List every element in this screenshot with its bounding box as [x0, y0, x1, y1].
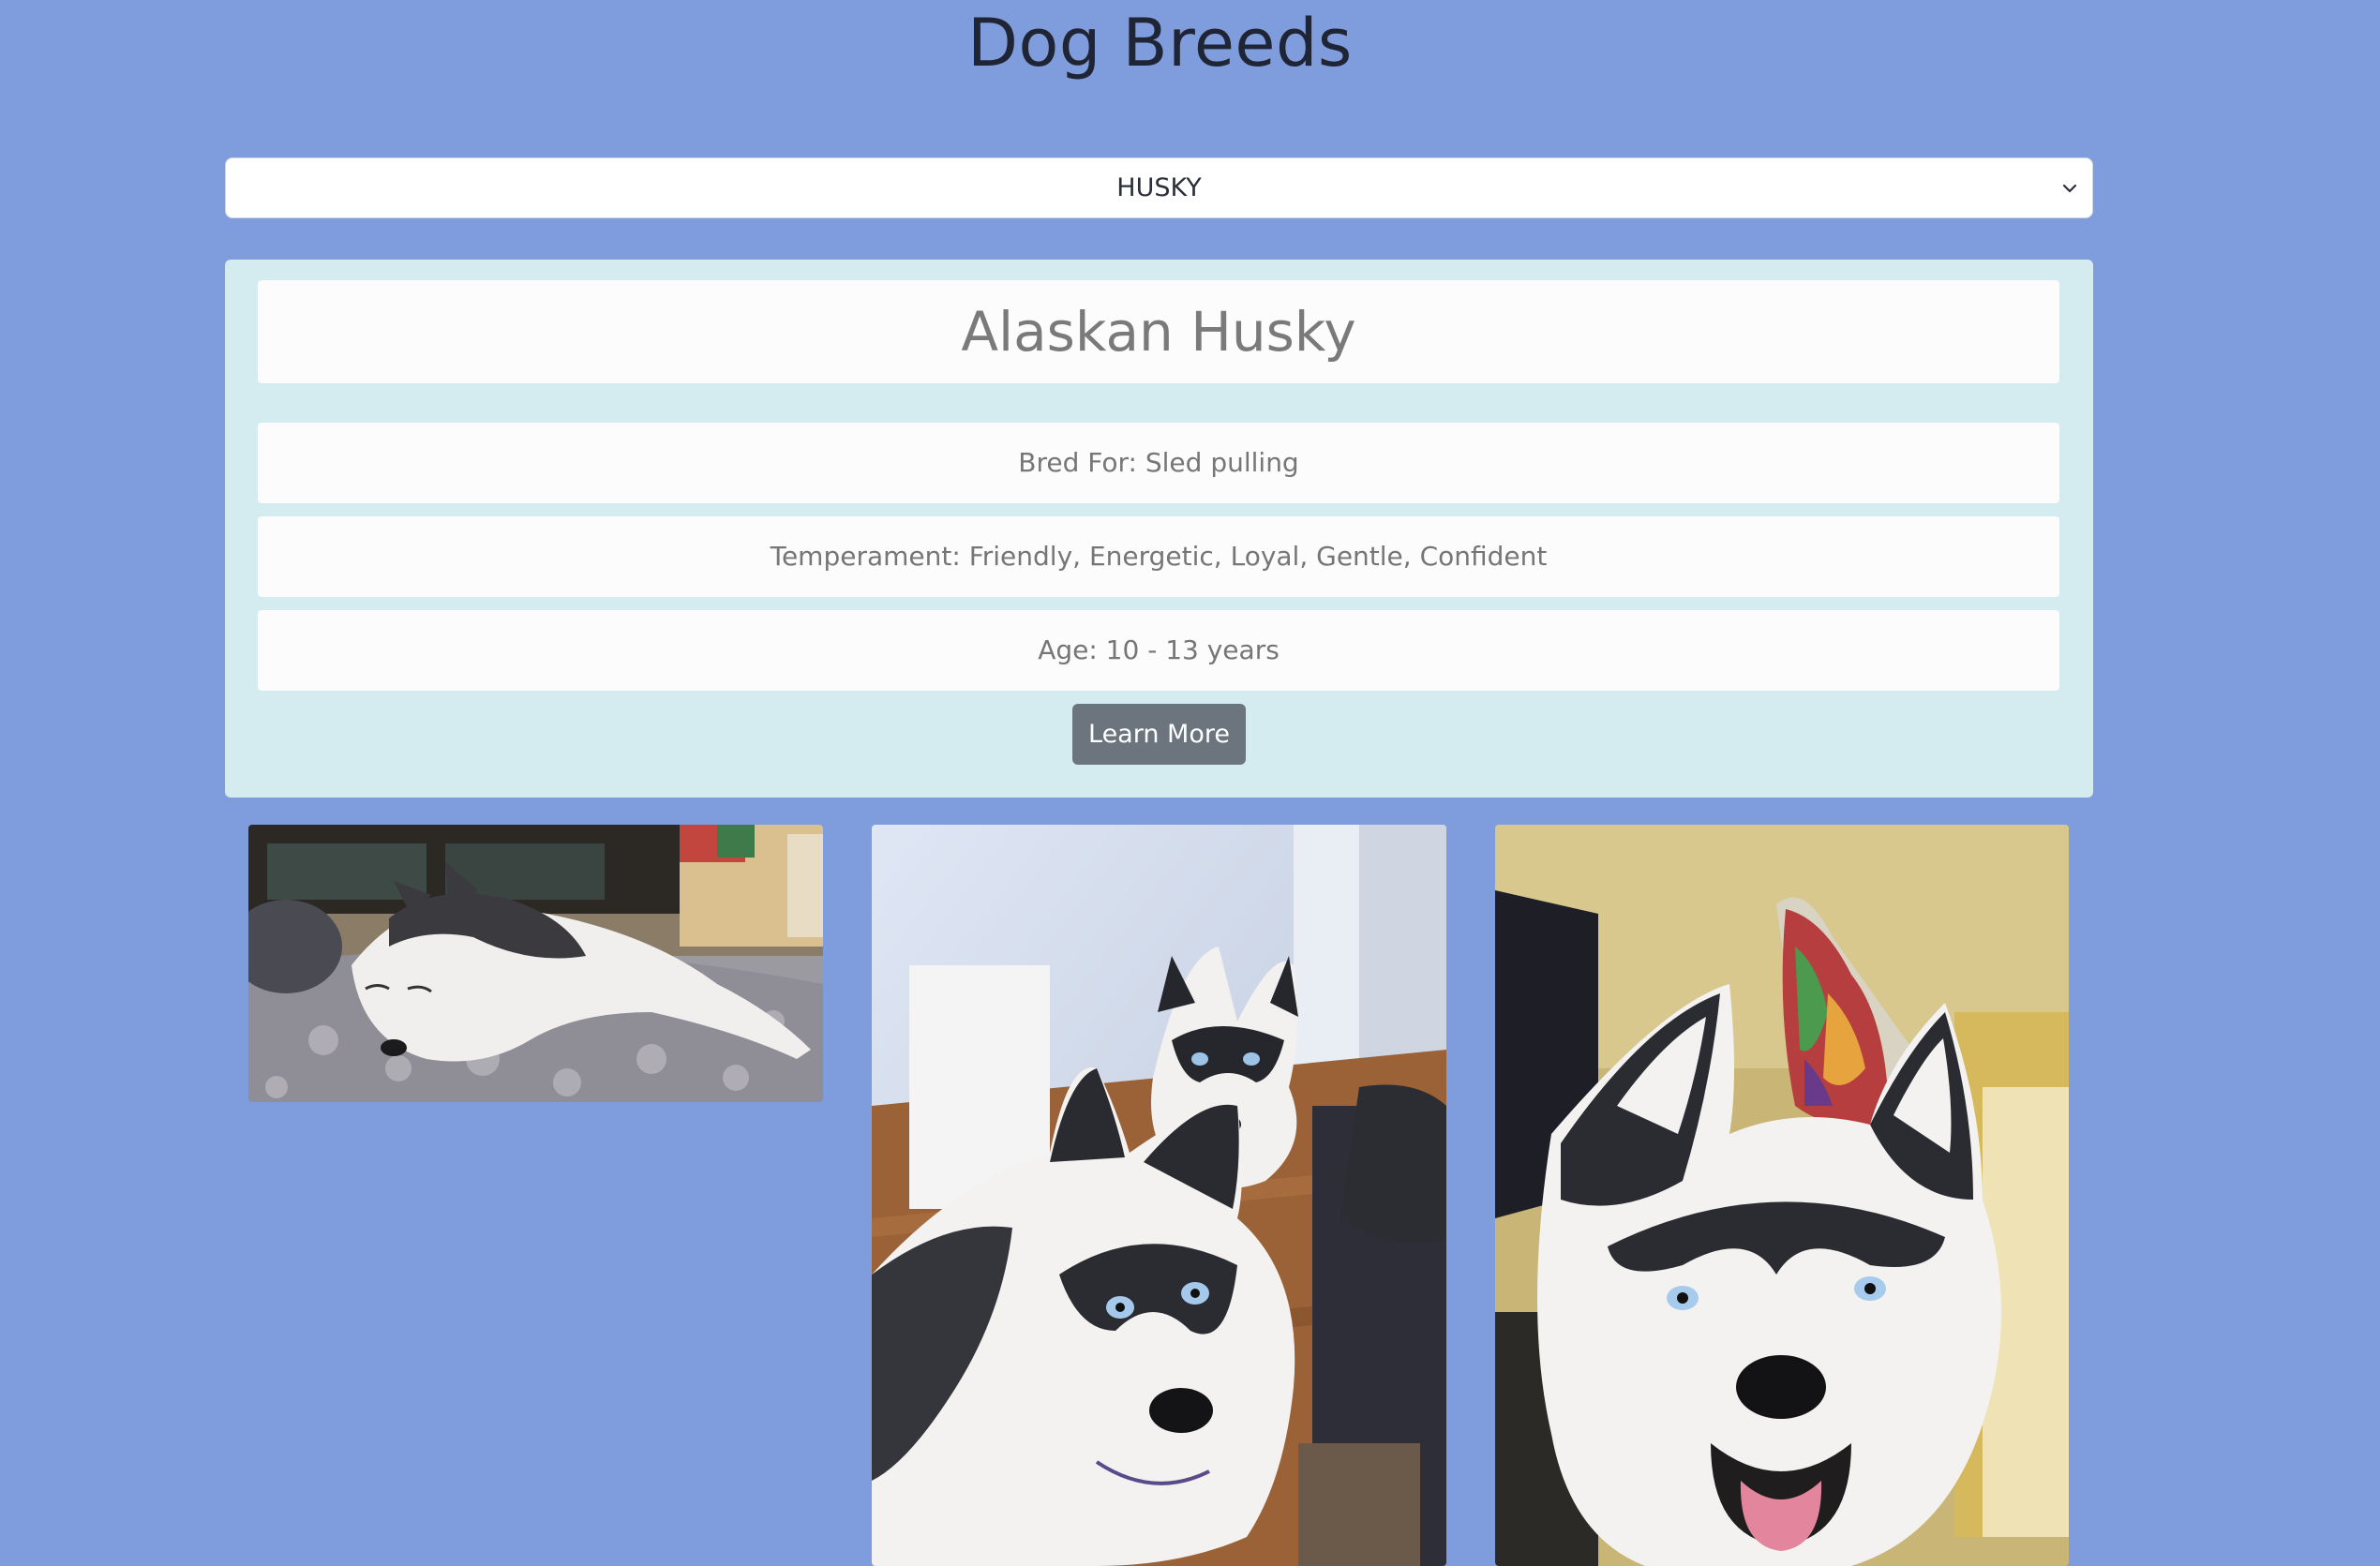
- page-title: Dog Breeds: [967, 5, 1353, 82]
- learn-more-button[interactable]: Learn More: [1072, 704, 1246, 765]
- dog-photo-2: [872, 825, 1446, 1566]
- age-info: Age: 10 - 13 years: [258, 610, 2059, 691]
- breed-name: Alaskan Husky: [258, 280, 2059, 383]
- breed-select[interactable]: HUSKY: [225, 157, 2093, 218]
- temperament-info: Temperament: Friendly, Energetic, Loyal,…: [258, 516, 2059, 597]
- bred-for-info: Bred For: Sled pulling: [258, 423, 2059, 503]
- dog-photo-1: [248, 825, 823, 1102]
- chevron-down-icon: [2060, 179, 2079, 198]
- dog-photo-3: [1495, 825, 2069, 1566]
- breed-select-value: HUSKY: [1116, 173, 1202, 202]
- breed-info-card: Alaskan Husky Bred For: Sled pulling Tem…: [225, 260, 2093, 798]
